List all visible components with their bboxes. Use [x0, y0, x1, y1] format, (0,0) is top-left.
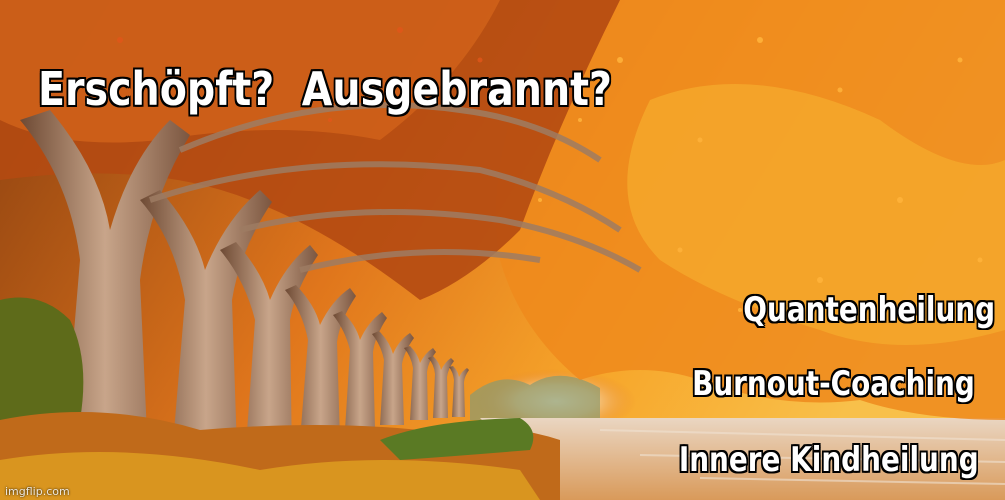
service-burnout-coaching: Burnout-Coaching [692, 364, 975, 404]
service-innere-kindheilung: Innere Kindheilung [679, 440, 979, 480]
service-quantenheilung: Quantenheilung [743, 290, 995, 330]
headline-text: Erschöpft? Ausgebrannt? [38, 62, 612, 116]
watermark: imgflip.com [5, 485, 70, 498]
meme-image: Erschöpft? Ausgebrannt? Quantenheilung B… [0, 0, 1005, 500]
